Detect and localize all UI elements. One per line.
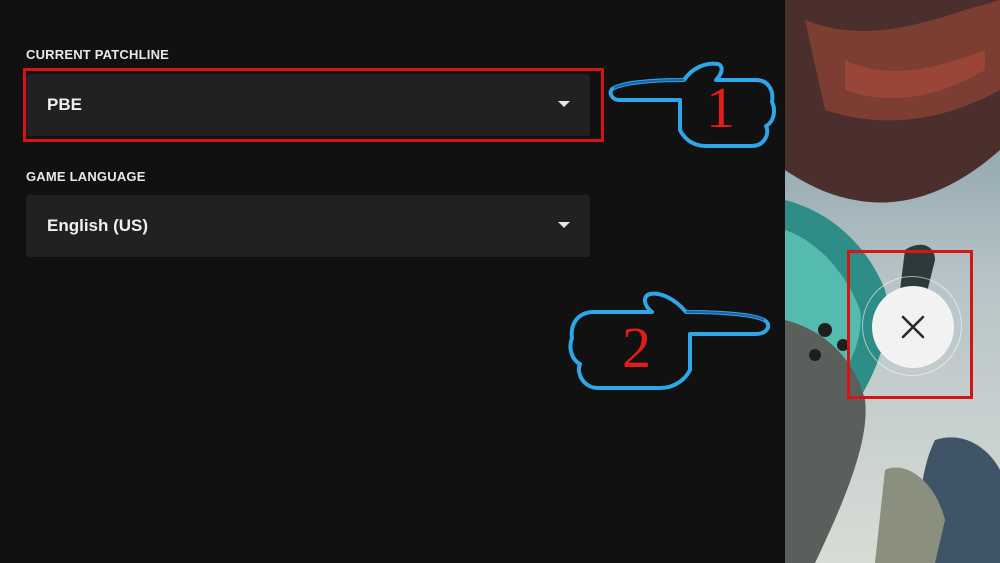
annotation-number-2: 2 (622, 315, 651, 380)
patchline-label: CURRENT PATCHLINE (26, 47, 170, 62)
language-label: GAME LANGUAGE (26, 169, 146, 184)
close-icon (901, 315, 925, 339)
language-select[interactable]: English (US) (26, 195, 590, 257)
patchline-value: PBE (47, 95, 82, 114)
annotation-number-1: 1 (706, 75, 735, 140)
caret-down-icon (558, 222, 570, 228)
close-button[interactable] (872, 286, 954, 368)
language-value: English (US) (47, 216, 149, 235)
caret-down-icon (558, 101, 570, 107)
patchline-select[interactable]: PBE (26, 74, 590, 136)
pointing-hand-icon: 1 (606, 60, 778, 152)
pointing-hand-icon: 2 (568, 290, 772, 396)
